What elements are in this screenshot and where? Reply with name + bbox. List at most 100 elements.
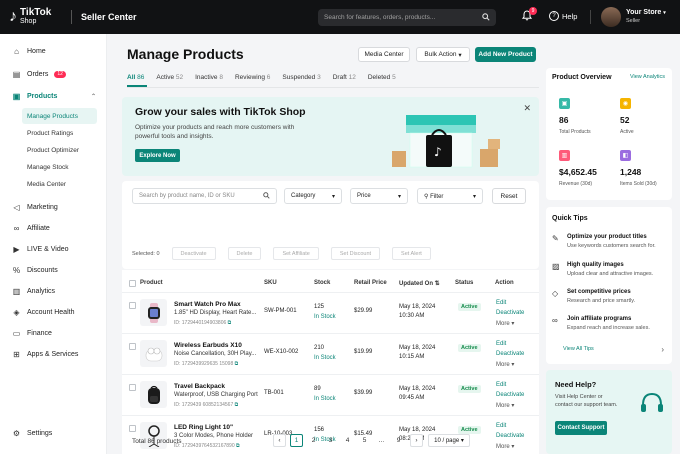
backpack-image[interactable]: [140, 381, 167, 408]
sidebar-subitem-media-center[interactable]: Media Center: [22, 176, 97, 192]
tip-title: Optimize your product titles: [567, 234, 647, 240]
page-button[interactable]: 2: [307, 434, 320, 447]
updated-time: 10:15 AM: [399, 354, 425, 360]
copy-icon[interactable]: ⧉: [228, 320, 232, 326]
product-name[interactable]: LED Ring Light 10": [174, 424, 233, 431]
page-button[interactable]: 4: [341, 434, 354, 447]
prev-page-button[interactable]: ‹: [273, 434, 286, 447]
edit-link[interactable]: Edit: [496, 300, 506, 306]
row-checkbox[interactable]: [129, 302, 136, 309]
edit-link[interactable]: Edit: [496, 341, 506, 347]
stat-label: Total Products: [559, 129, 591, 135]
page-button[interactable]: 1: [290, 434, 303, 447]
row-checkbox[interactable]: [129, 384, 136, 391]
smartwatch-image[interactable]: [140, 299, 167, 326]
contact-support-button[interactable]: Contact Support: [555, 421, 607, 435]
select-all-checkbox[interactable]: [129, 280, 136, 287]
sidebar-item-marketing[interactable]: ◁ Marketing: [12, 203, 100, 212]
category-select[interactable]: Category ▾: [284, 188, 342, 204]
set-discount-bulk-button[interactable]: Set Discount: [330, 247, 381, 260]
edit-link[interactable]: Edit: [496, 382, 506, 388]
bulk-action-button[interactable]: Bulk Action ▾: [416, 47, 470, 62]
more-menu[interactable]: More ▾: [496, 320, 514, 327]
next-page-button[interactable]: ›: [410, 434, 423, 447]
deactivate-link[interactable]: Deactivate: [496, 392, 524, 398]
notification-badge: 9: [529, 7, 537, 15]
sidebar-item-finance[interactable]: ▭ Finance: [12, 329, 100, 338]
sidebar-subitem-manage-stock[interactable]: Manage Stock: [22, 159, 97, 175]
sidebar-item-products[interactable]: ▣ Products ⌃: [12, 92, 100, 101]
sidebar-item-label: Settings: [27, 430, 53, 437]
per-page-select[interactable]: 10 / page ▾: [428, 434, 470, 447]
price: $29.99: [354, 308, 373, 314]
price-select[interactable]: Price ▾: [350, 188, 408, 204]
media-center-button[interactable]: Media Center: [358, 47, 410, 62]
sidebar-subitem-product-ratings[interactable]: Product Ratings: [22, 125, 97, 141]
earbuds-image[interactable]: [140, 340, 167, 367]
tab-deleted[interactable]: Deleted 5: [368, 74, 396, 81]
sidebar-item-analytics[interactable]: ▥ Analytics: [12, 287, 100, 296]
chevron-right-icon[interactable]: ›: [661, 345, 664, 354]
tab-inactive[interactable]: Inactive 8: [195, 74, 223, 81]
notifications-button[interactable]: 9: [520, 7, 537, 24]
explore-now-button[interactable]: Explore Now: [135, 149, 180, 162]
more-menu[interactable]: More ▾: [496, 361, 514, 368]
edit-link[interactable]: Edit: [496, 423, 506, 429]
updated-time: 10:30 AM: [399, 313, 425, 319]
global-search-input[interactable]: Search for features, orders, products...: [318, 9, 496, 26]
product-id-text: ID: 1729439929635 15098: [174, 361, 234, 367]
close-icon[interactable]: ✕: [523, 103, 531, 114]
sidebar-subitem-manage-products[interactable]: Manage Products: [22, 108, 97, 124]
sidebar-item-affiliate[interactable]: ∞ Affiliate: [12, 224, 100, 233]
view-analytics-link[interactable]: View Analytics: [630, 74, 665, 80]
header-updated-on[interactable]: Updated On ⇅: [399, 280, 440, 287]
sidebar-item-home[interactable]: ⌂ Home: [12, 47, 100, 56]
tiktok-shop-logo[interactable]: ♪ TikTok Shop: [9, 8, 65, 26]
row-checkbox[interactable]: [129, 425, 136, 432]
product-name[interactable]: Travel Backpack: [174, 383, 225, 390]
tab-reviewing[interactable]: Reviewing 6: [235, 74, 270, 81]
sidebar-item-settings[interactable]: ⚙ Settings: [12, 429, 100, 438]
sidebar-item-orders[interactable]: ▤ Orders 12: [12, 70, 100, 79]
sidebar-item-account-health[interactable]: ◈ Account Health: [12, 308, 100, 317]
add-new-product-button[interactable]: Add New Product: [475, 47, 536, 62]
deactivate-link[interactable]: Deactivate: [496, 351, 524, 357]
tab-draft[interactable]: Draft 12: [333, 74, 356, 81]
help-button[interactable]: ? Help: [549, 11, 577, 21]
tab-all[interactable]: All 86: [127, 74, 144, 81]
product-name[interactable]: Wireless Earbuds X10: [174, 342, 242, 349]
tab-count: 86: [137, 74, 145, 81]
sidebar-subitem-product-optimizer[interactable]: Product Optimizer: [22, 142, 97, 158]
logo-divider: [71, 10, 72, 24]
avatar[interactable]: [601, 7, 621, 27]
page-button[interactable]: 3: [324, 434, 337, 447]
set-affiliate-bulk-button[interactable]: Set Affiliate: [273, 247, 319, 260]
help-description-line2: contact our support team.: [555, 402, 618, 408]
product-name[interactable]: Smart Watch Pro Max: [174, 301, 241, 308]
store-menu[interactable]: Your Store ▾ Seller: [626, 9, 666, 25]
category-value: Category: [291, 193, 316, 199]
sidebar-item-label: Finance: [27, 330, 52, 337]
copy-icon[interactable]: ⧉: [235, 361, 239, 367]
tab-suspended[interactable]: Suspended 3: [282, 74, 320, 81]
set-alert-bulk-button[interactable]: Set Alert: [392, 247, 431, 260]
deactivate-link[interactable]: Deactivate: [496, 310, 524, 316]
page-button[interactable]: 9: [392, 434, 405, 447]
tab-count: 52: [175, 74, 184, 81]
reset-button[interactable]: Reset: [492, 188, 526, 204]
sidebar-item-apps-services[interactable]: ⊞ Apps & Services: [12, 350, 100, 359]
sidebar-item-live-video[interactable]: ▶ LIVE & Video: [12, 245, 100, 254]
tab-active[interactable]: Active 52: [156, 74, 183, 81]
sidebar-item-label: Home: [27, 48, 46, 55]
filter-select[interactable]: ⚲ Filter ▾: [417, 188, 483, 204]
product-search-input[interactable]: Search by product name, ID or SKU: [132, 188, 277, 204]
row-checkbox[interactable]: [129, 343, 136, 350]
deactivate-bulk-button[interactable]: Deactivate: [171, 247, 216, 260]
copy-icon[interactable]: ⧉: [235, 402, 239, 408]
sidebar-item-discounts[interactable]: % Discounts: [12, 266, 100, 275]
view-all-tips-link[interactable]: View All Tips: [563, 346, 594, 352]
more-menu[interactable]: More ▾: [496, 402, 514, 409]
page-button[interactable]: 5: [358, 434, 371, 447]
banner-title: Grow your sales with TikTok Shop: [135, 106, 306, 118]
delete-bulk-button[interactable]: Delete: [227, 247, 262, 260]
